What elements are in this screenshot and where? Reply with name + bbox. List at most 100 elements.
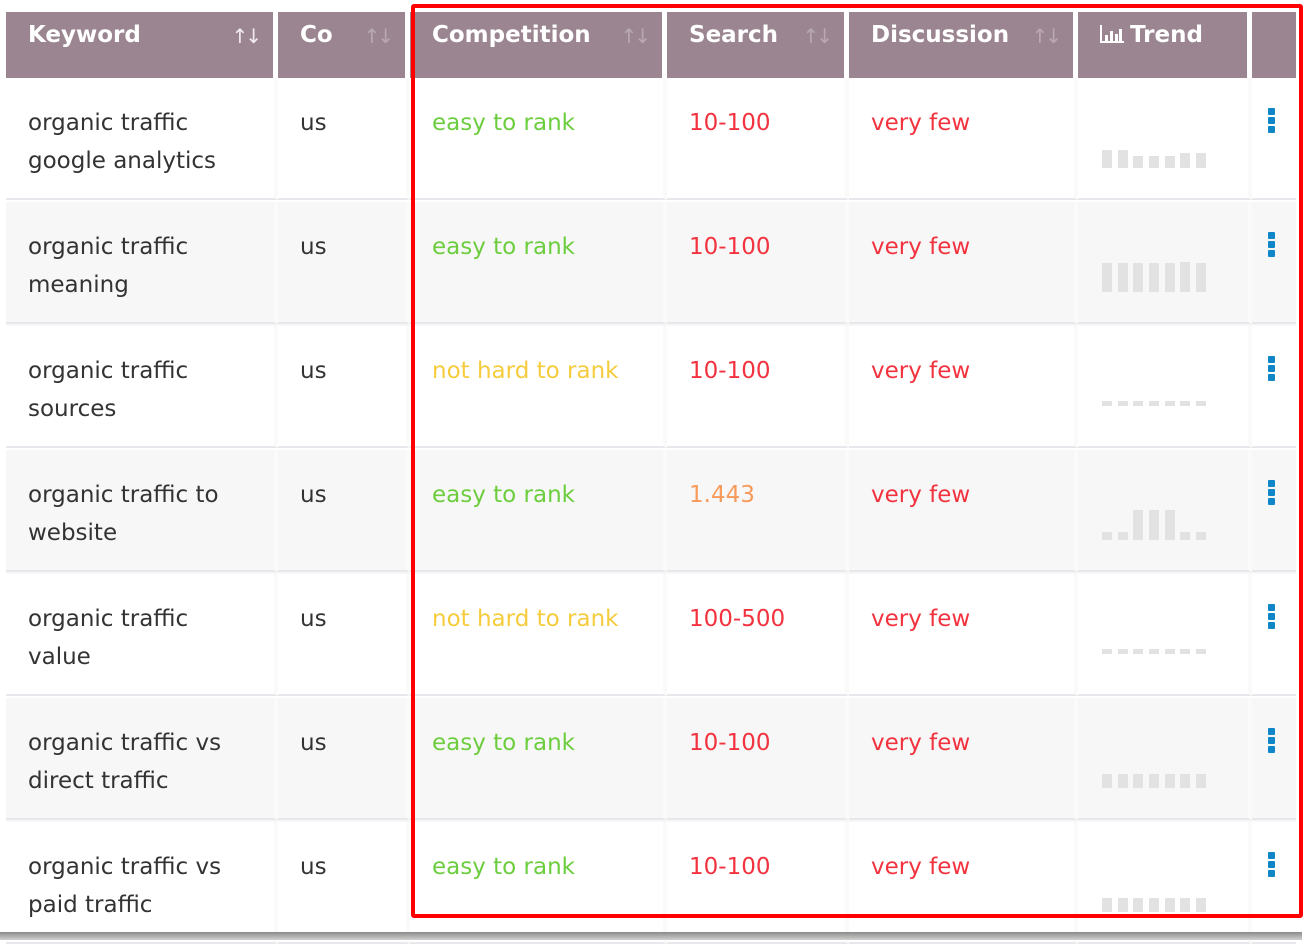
keyword-value[interactable]: organic traffic sources [28, 358, 188, 422]
discussion-value: very few [871, 482, 971, 508]
more-options-icon[interactable] [1268, 728, 1276, 755]
keyword-value[interactable]: organic traffic google analytics [28, 110, 216, 174]
cell-actions[interactable] [1252, 822, 1296, 944]
header-competition-label: Competition [432, 22, 591, 48]
cell-search: 10-100 [667, 822, 849, 944]
table-row[interactable]: organic traffic to website us easy to rank… [6, 450, 1296, 574]
trend-bar [1102, 263, 1112, 292]
cell-search: 10-100 [667, 698, 849, 820]
header-country[interactable]: Co ↑↓ [278, 12, 405, 78]
cell-actions[interactable] [1252, 450, 1296, 572]
trend-bar [1133, 774, 1143, 788]
keyword-value[interactable]: organic traffic to website [28, 482, 219, 546]
trend-bar [1133, 263, 1143, 292]
cell-competition: not hard to rank [410, 574, 667, 696]
header-discussion-label: Discussion [871, 22, 1010, 48]
more-options-icon[interactable] [1268, 232, 1276, 259]
country-value: us [300, 606, 327, 632]
trend-bar [1133, 649, 1143, 654]
cell-keyword: organic traffic to website [6, 450, 278, 572]
trend-bar [1149, 401, 1159, 406]
trend-bar [1149, 510, 1159, 540]
competition-value: easy to rank [432, 234, 575, 260]
sort-icon[interactable]: ↑↓ [802, 24, 832, 48]
search-value: 10-100 [689, 234, 771, 260]
table-row[interactable]: organic traffic vs direct traffic us easy … [6, 698, 1296, 822]
trend-bar [1165, 774, 1175, 788]
trend-bar [1118, 774, 1128, 788]
trend-bar [1102, 898, 1112, 912]
competition-value: easy to rank [432, 482, 575, 508]
trend-bar [1118, 532, 1128, 540]
country-value: us [300, 358, 327, 384]
trend-bar [1196, 401, 1206, 406]
cell-country: us [278, 450, 410, 572]
header-search[interactable]: Search ↑↓ [667, 12, 844, 78]
trend-bar [1165, 156, 1175, 168]
trend-bar [1133, 401, 1143, 406]
cell-actions[interactable] [1252, 78, 1296, 200]
cell-competition: easy to rank [410, 78, 667, 200]
discussion-value: very few [871, 730, 971, 756]
search-value: 1.443 [689, 482, 755, 508]
table-row[interactable]: organic traffic sources us not hard to ran… [6, 326, 1296, 450]
cell-trend [1078, 574, 1252, 696]
more-options-icon[interactable] [1268, 356, 1276, 383]
trend-bar [1196, 532, 1206, 540]
more-options-icon[interactable] [1268, 852, 1276, 879]
cell-actions[interactable] [1252, 202, 1296, 324]
table-row[interactable]: organic traffic value us not hard to rank 1… [6, 574, 1296, 698]
country-value: us [300, 234, 327, 260]
cell-keyword: organic traffic vs direct traffic [6, 698, 278, 820]
trend-bar [1118, 263, 1128, 292]
table-row[interactable]: organic traffic meaning us easy to rank 10-… [6, 202, 1296, 326]
trend-sparkline [1102, 138, 1212, 168]
search-value: 10-100 [689, 854, 771, 880]
cell-competition: not hard to rank [410, 326, 667, 448]
trend-bar [1180, 262, 1190, 292]
trend-bar [1196, 649, 1206, 654]
cell-country: us [278, 78, 410, 200]
cell-keyword: organic traffic google analytics [6, 78, 278, 200]
competition-value: not hard to rank [432, 358, 619, 384]
cell-competition: easy to rank [410, 698, 667, 820]
table-row[interactable]: organic traffic vs paid traffic us easy to… [6, 822, 1296, 946]
header-keyword[interactable]: Keyword ↑↓ [6, 12, 273, 78]
header-competition[interactable]: Competition ↑↓ [410, 12, 662, 78]
header-discussion[interactable]: Discussion ↑↓ [849, 12, 1073, 78]
trend-bar [1165, 649, 1175, 654]
sort-icon[interactable]: ↑↓ [620, 24, 650, 48]
more-options-icon[interactable] [1268, 480, 1276, 507]
competition-value: easy to rank [432, 854, 575, 880]
cell-trend [1078, 450, 1252, 572]
more-options-icon[interactable] [1268, 108, 1276, 135]
cell-country: us [278, 574, 410, 696]
sort-icon[interactable]: ↑↓ [1031, 24, 1061, 48]
sort-icon[interactable]: ↑↓ [231, 24, 261, 48]
more-options-icon[interactable] [1268, 604, 1276, 631]
trend-bar [1118, 401, 1128, 406]
trend-bar [1133, 156, 1143, 168]
trend-sparkline [1102, 510, 1212, 540]
keyword-value[interactable]: organic traffic meaning [28, 234, 188, 298]
cell-country: us [278, 698, 410, 820]
sort-icon[interactable]: ↑↓ [363, 24, 393, 48]
trend-bar [1180, 649, 1190, 654]
trend-bar [1180, 401, 1190, 406]
keyword-value[interactable]: organic traffic value [28, 606, 188, 670]
trend-bar [1165, 510, 1175, 540]
cell-trend [1078, 78, 1252, 200]
trend-bar [1196, 153, 1206, 168]
trend-bar [1149, 649, 1159, 654]
cell-actions[interactable] [1252, 574, 1296, 696]
keyword-value[interactable]: organic traffic vs direct traffic [28, 730, 221, 794]
cell-keyword: organic traffic meaning [6, 202, 278, 324]
trend-bar [1180, 898, 1190, 912]
cell-keyword: organic traffic vs paid traffic [6, 822, 278, 944]
cell-actions[interactable] [1252, 326, 1296, 448]
cell-actions[interactable] [1252, 698, 1296, 820]
cell-discussion: very few [849, 574, 1078, 696]
table-row[interactable]: organic traffic google analytics us easy t… [6, 78, 1296, 202]
trend-bar [1102, 774, 1112, 788]
keyword-value[interactable]: organic traffic vs paid traffic [28, 854, 221, 918]
